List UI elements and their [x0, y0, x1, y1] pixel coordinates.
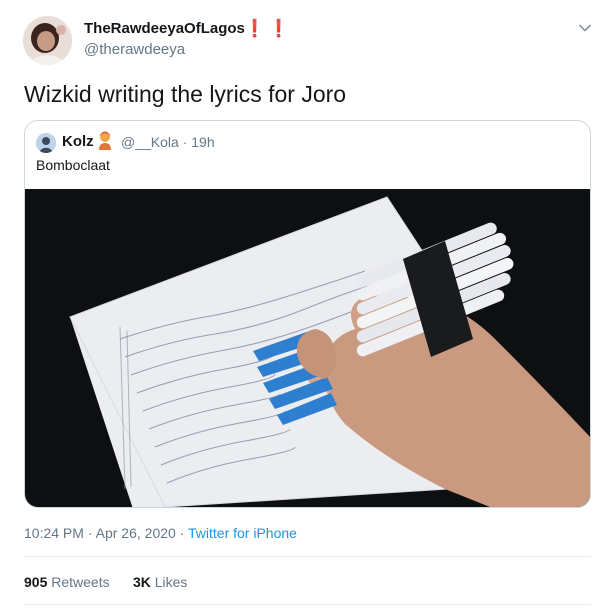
quoted-age[interactable]: 19h: [191, 134, 214, 150]
footer-separator-2: ·: [179, 525, 185, 541]
quoted-tweet-photo[interactable]: [25, 189, 590, 507]
quoted-tweet[interactable]: Kolz @__Kola · 19h Bomboclaat: [24, 120, 591, 508]
quoted-meta: @__Kola · 19h: [121, 134, 215, 150]
quoted-author-name[interactable]: Kolz: [62, 133, 94, 150]
tweet-source-link[interactable]: Twitter for iPhone: [188, 525, 297, 541]
author-display-name[interactable]: TheRawdeeyaOfLagos: [84, 20, 245, 37]
name-decoration-emoji: ❗❗: [244, 19, 293, 38]
author-handle[interactable]: @therawdeeya: [84, 41, 185, 58]
tweet-date[interactable]: Apr 26, 2020: [96, 525, 176, 541]
quoted-author-avatar[interactable]: [36, 133, 56, 153]
divider: [24, 556, 591, 557]
meta-separator: ·: [182, 134, 188, 150]
person-emoji-icon: [97, 131, 113, 151]
quoted-tweet-text: Bomboclaat: [36, 157, 110, 173]
footer-separator: ·: [87, 525, 93, 541]
engagement-stats: 905 Retweets 3K Likes: [24, 574, 187, 590]
retweets-count: 905: [24, 574, 48, 590]
quoted-author-handle[interactable]: @__Kola: [121, 134, 179, 150]
tweet-time[interactable]: 10:24 PM: [24, 525, 84, 541]
likes-stat[interactable]: 3K Likes: [133, 574, 187, 590]
divider-bottom: [24, 604, 591, 605]
tweet-timestamp: 10:24 PM · Apr 26, 2020 · Twitter for iP…: [24, 525, 297, 541]
author-avatar[interactable]: [23, 16, 72, 65]
likes-label: Likes: [154, 574, 188, 590]
retweets-label: Retweets: [51, 574, 110, 590]
likes-count: 3K: [132, 574, 151, 590]
tweet-card: TheRawdeeyaOfLagos ❗❗ @therawdeeya Wizki…: [0, 0, 615, 612]
tweet-text: Wizkid writing the lyrics for Joro: [24, 81, 347, 107]
chevron-down-icon[interactable]: [577, 20, 593, 36]
retweets-stat[interactable]: 905 Retweets: [24, 574, 110, 590]
